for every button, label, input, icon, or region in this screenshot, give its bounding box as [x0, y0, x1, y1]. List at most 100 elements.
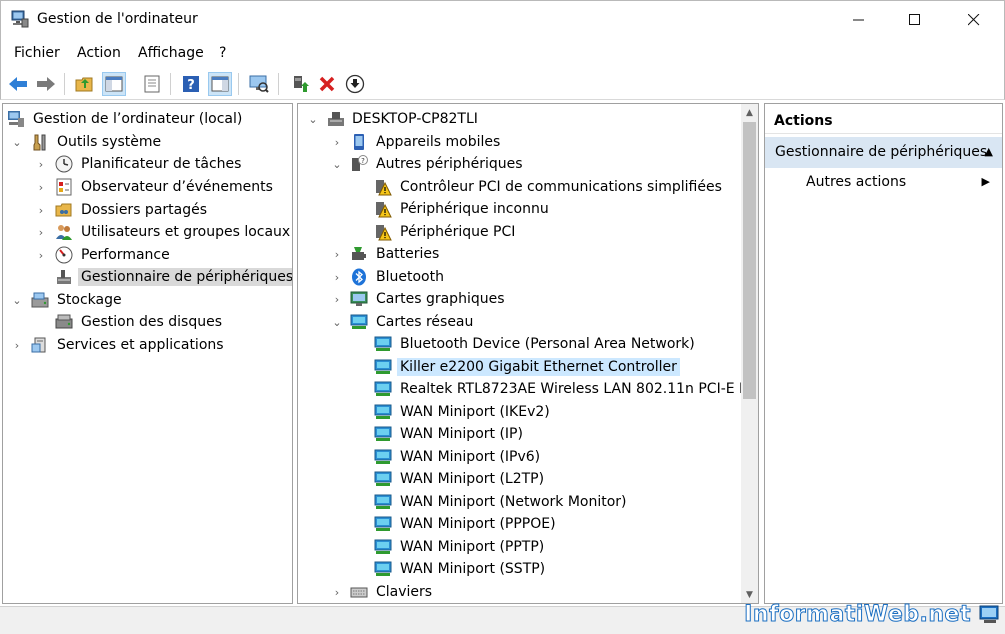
- chevron-down-icon[interactable]: ⌄: [307, 108, 319, 130]
- forward-button[interactable]: [34, 72, 58, 96]
- chevron-right-icon[interactable]: ›: [331, 131, 343, 153]
- network-adapter-icon: [374, 449, 392, 464]
- chevron-right-icon[interactable]: ›: [331, 581, 343, 603]
- close-button[interactable]: [946, 1, 1002, 39]
- title-bar: Gestion de l'ordinateur: [0, 0, 1005, 38]
- device-item-pci-comm[interactable]: Contrôleur PCI de communications simplif…: [298, 176, 738, 198]
- update-driver-icon: [294, 76, 309, 92]
- device-category-mobile[interactable]: › Appareils mobiles: [298, 131, 738, 153]
- chevron-right-icon[interactable]: ›: [35, 199, 47, 221]
- menu-action[interactable]: Action: [77, 45, 121, 61]
- event-viewer-icon: [56, 178, 72, 196]
- properties-button[interactable]: [140, 72, 164, 96]
- chevron-right-icon[interactable]: ›: [331, 243, 343, 265]
- network-adapter-item[interactable]: WAN Miniport (PPPOE): [298, 513, 738, 535]
- clock-icon: [55, 155, 73, 173]
- uninstall-button[interactable]: [315, 72, 339, 96]
- device-category-network[interactable]: ⌄ Cartes réseau: [298, 311, 738, 333]
- device-label: Périphérique inconnu: [400, 201, 549, 217]
- device-label: DESKTOP-CP82TLI: [352, 111, 478, 127]
- services-icon: [31, 337, 46, 353]
- scroll-thumb[interactable]: [743, 122, 756, 399]
- more-actions-item[interactable]: Autres actions ▶: [765, 170, 1002, 196]
- menu-help[interactable]: ?: [219, 45, 226, 61]
- device-label: Bluetooth Device (Personal Area Network): [400, 336, 695, 352]
- tree-item-shared-folders[interactable]: › Dossiers partagés: [3, 199, 292, 221]
- menu-affichage[interactable]: Affichage: [138, 45, 204, 61]
- chevron-right-icon[interactable]: ›: [331, 266, 343, 288]
- tree-item-local-users[interactable]: › Utilisateurs et groupes locaux: [3, 221, 292, 243]
- network-adapter-item[interactable]: Bluetooth Device (Personal Area Network): [298, 333, 738, 355]
- network-adapter-item[interactable]: Killer e2200 Gigabit Ethernet Controller: [298, 356, 738, 378]
- collapse-up-icon[interactable]: ▲: [985, 145, 993, 158]
- chevron-down-icon[interactable]: ⌄: [331, 153, 343, 175]
- help-icon: ?: [183, 76, 199, 93]
- network-adapter-item[interactable]: WAN Miniport (IPv6): [298, 446, 738, 468]
- shared-folder-icon: [55, 203, 72, 217]
- tree-item-device-manager[interactable]: Gestionnaire de périphériques: [3, 266, 292, 288]
- device-label: Cartes réseau: [376, 314, 474, 330]
- monitor-scan-icon: [249, 75, 269, 93]
- chevron-right-icon[interactable]: ›: [35, 153, 47, 175]
- warning-device-icon: [376, 180, 392, 196]
- tree-item-disk-management[interactable]: Gestion des disques: [3, 311, 292, 333]
- help-button[interactable]: ?: [179, 72, 203, 96]
- minimize-button[interactable]: [831, 1, 887, 39]
- device-item-pci[interactable]: Périphérique PCI: [298, 221, 738, 243]
- folder-up-icon: [75, 77, 93, 92]
- network-adapter-item[interactable]: WAN Miniport (Network Monitor): [298, 491, 738, 513]
- watermark: InformatiWeb.net: [744, 602, 971, 628]
- tree-item-event-viewer[interactable]: › Observateur d’événements: [3, 176, 292, 198]
- battery-icon: [352, 247, 366, 260]
- actions-group-header[interactable]: Gestionnaire de périphériques ▲: [765, 137, 1002, 168]
- tree-item-performance[interactable]: › Performance: [3, 244, 292, 266]
- tree-item-system-tools[interactable]: ⌄ Outils système: [3, 131, 292, 153]
- chevron-right-icon[interactable]: ›: [11, 334, 23, 356]
- tree-item-storage[interactable]: ⌄ Stockage: [3, 289, 292, 311]
- chevron-right-icon[interactable]: ›: [35, 221, 47, 243]
- maximize-button[interactable]: [887, 1, 943, 39]
- chevron-right-icon[interactable]: ›: [35, 176, 47, 198]
- device-category-other[interactable]: ⌄ ? Autres périphériques: [298, 153, 738, 175]
- up-level-button[interactable]: [73, 72, 97, 96]
- network-adapter-item[interactable]: WAN Miniport (PPTP): [298, 536, 738, 558]
- network-adapter-item[interactable]: WAN Miniport (L2TP): [298, 468, 738, 490]
- network-adapter-icon: [374, 404, 392, 419]
- warning-device-icon: [376, 225, 392, 241]
- device-item-computer[interactable]: ⌄ DESKTOP-CP82TLI: [298, 108, 738, 130]
- device-category-bluetooth[interactable]: › Bluetooth: [298, 266, 738, 288]
- tree-label: Outils système: [57, 134, 162, 150]
- network-adapter-item[interactable]: WAN Miniport (IP): [298, 423, 738, 445]
- chevron-down-icon[interactable]: ⌄: [11, 289, 23, 311]
- scroll-up-icon[interactable]: ▲: [741, 104, 758, 121]
- submenu-arrow-icon: ▶: [981, 175, 990, 188]
- svg-text:?: ?: [361, 157, 365, 165]
- tree-label: Observateur d’événements: [81, 179, 273, 195]
- chevron-down-icon[interactable]: ⌄: [331, 311, 343, 333]
- chevron-down-icon[interactable]: ⌄: [11, 131, 23, 153]
- chevron-right-icon[interactable]: ›: [35, 244, 47, 266]
- device-category-keyboards[interactable]: › Claviers: [298, 581, 738, 603]
- network-adapter-icon: [374, 336, 392, 351]
- show-hide-tree-button[interactable]: [102, 72, 126, 96]
- back-button[interactable]: [6, 72, 30, 96]
- update-driver-button[interactable]: [288, 72, 312, 96]
- device-item-unknown[interactable]: Périphérique inconnu: [298, 198, 738, 220]
- disable-device-button[interactable]: [343, 72, 367, 96]
- tree-item-root[interactable]: Gestion de l’ordinateur (local): [3, 108, 292, 130]
- vertical-scrollbar[interactable]: ▲ ▼: [741, 104, 758, 603]
- chevron-right-icon[interactable]: ›: [331, 288, 343, 310]
- forward-arrow-icon: [37, 77, 55, 91]
- show-hide-action-pane-button[interactable]: [208, 72, 232, 96]
- scan-hardware-button[interactable]: [247, 72, 271, 96]
- network-adapter-item[interactable]: WAN Miniport (IKEv2): [298, 401, 738, 423]
- menu-fichier[interactable]: Fichier: [14, 45, 60, 61]
- scroll-down-icon[interactable]: ▼: [741, 586, 758, 603]
- device-category-graphics[interactable]: › Cartes graphiques: [298, 288, 738, 310]
- device-label: Realtek RTL8723AE Wireless LAN 802.11n P…: [400, 381, 759, 397]
- device-category-batteries[interactable]: › Batteries: [298, 243, 738, 265]
- tree-item-task-scheduler[interactable]: › Planificateur de tâches: [3, 153, 292, 175]
- network-adapter-item[interactable]: Realtek RTL8723AE Wireless LAN 802.11n P…: [298, 378, 758, 400]
- tree-item-services[interactable]: › Services et applications: [3, 334, 292, 356]
- network-adapter-item[interactable]: WAN Miniport (SSTP): [298, 558, 738, 580]
